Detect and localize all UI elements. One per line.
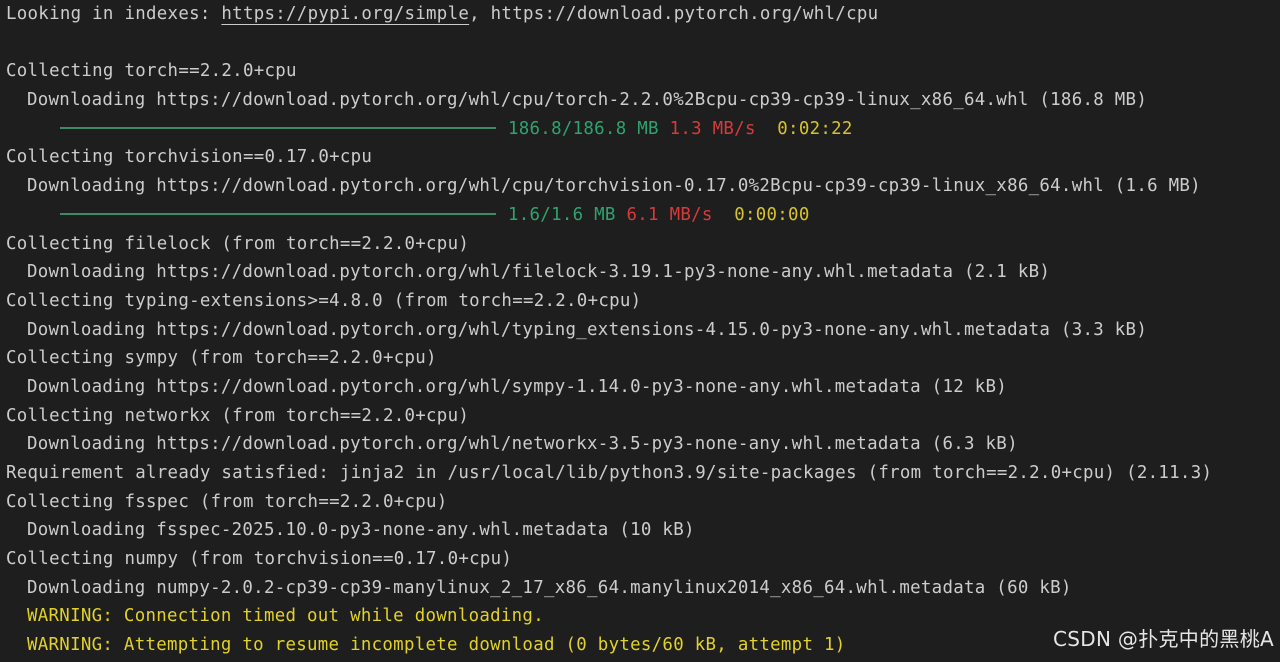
- warning-text: WARNING: Attempting to resume incomplete…: [27, 635, 846, 656]
- progress-bar-torch: [60, 126, 496, 129]
- download-speed: 6.1 MB/s: [626, 204, 713, 225]
- terminal-line: Collecting networkx (from torch==2.2.0+c…: [6, 405, 470, 426]
- terminal-line: Downloading https://download.pytorch.org…: [6, 86, 1280, 115]
- terminal-line: Requirement already satisfied: jinja2 in…: [6, 463, 1213, 483]
- terminal-line: Collecting torch==2.2.0+cpu: [6, 61, 297, 82]
- terminal-line: Downloading https://download.pytorch.org…: [6, 316, 1280, 345]
- download-text: Downloading https://download.pytorch.org…: [27, 176, 1201, 197]
- terminal-line: Collecting numpy (from torchvision==0.17…: [6, 549, 513, 570]
- download-speed: 1.3 MB/s: [669, 118, 756, 139]
- progress-bar-torchvision: [60, 212, 496, 215]
- download-text: Downloading https://download.pytorch.org…: [27, 319, 1148, 340]
- progress-line-torchvision: 1.6/1.6 MB 6.1 MB/s 0:00:00: [6, 201, 1280, 230]
- terminal-line: Collecting filelock (from torch==2.2.0+c…: [6, 233, 470, 254]
- terminal-line: Downloading numpy-2.0.2-cp39-cp39-manyli…: [6, 574, 1280, 603]
- download-text: Downloading https://download.pytorch.org…: [27, 90, 1148, 111]
- download-text: Downloading https://download.pytorch.org…: [27, 376, 1008, 397]
- pypi-link[interactable]: https://pypi.org/simple: [221, 4, 469, 24]
- terminal-line-indexes: Looking in indexes: https://pypi.org/sim…: [6, 0, 1280, 29]
- download-text: Downloading https://download.pytorch.org…: [27, 434, 1018, 455]
- download-text: Downloading https://download.pytorch.org…: [27, 262, 1051, 283]
- terminal-line: Collecting torchvision==0.17.0+cpu: [6, 147, 373, 168]
- download-text: Downloading fsspec-2025.10.0-py3-none-an…: [27, 520, 695, 541]
- download-size: 1.6/1.6 MB: [508, 204, 616, 225]
- terminal-line: Downloading https://download.pytorch.org…: [6, 172, 1280, 201]
- terminal-line: Downloading https://download.pytorch.org…: [6, 373, 1280, 402]
- terminal-line: Collecting typing-extensions>=4.8.0 (fro…: [6, 290, 642, 311]
- progress-line-torch: 186.8/186.8 MB 1.3 MB/s 0:02:22: [6, 115, 1280, 144]
- terminal-line: Downloading fsspec-2025.10.0-py3-none-an…: [6, 516, 1280, 545]
- download-eta: 0:02:22: [777, 118, 853, 139]
- download-text: Downloading numpy-2.0.2-cp39-cp39-manyli…: [27, 577, 1072, 598]
- terminal-line: Downloading https://download.pytorch.org…: [6, 258, 1280, 287]
- indexes-label: Looking in indexes:: [6, 4, 222, 24]
- terminal-line: Collecting fsspec (from torch==2.2.0+cpu…: [6, 491, 448, 512]
- warning-text: WARNING: Connection timed out while down…: [27, 606, 544, 627]
- terminal-window[interactable]: Looking in indexes: https://pypi.org/sim…: [0, 0, 1280, 662]
- download-size: 186.8/186.8 MB: [508, 118, 659, 139]
- pytorch-index-link: , https://download.pytorch.org/whl/cpu: [469, 4, 879, 24]
- download-eta: 0:00:00: [734, 204, 810, 225]
- terminal-line: Downloading https://download.pytorch.org…: [6, 430, 1280, 459]
- terminal-line: Collecting sympy (from torch==2.2.0+cpu): [6, 348, 437, 369]
- watermark: CSDN @扑克中的黑桃A: [1053, 627, 1274, 651]
